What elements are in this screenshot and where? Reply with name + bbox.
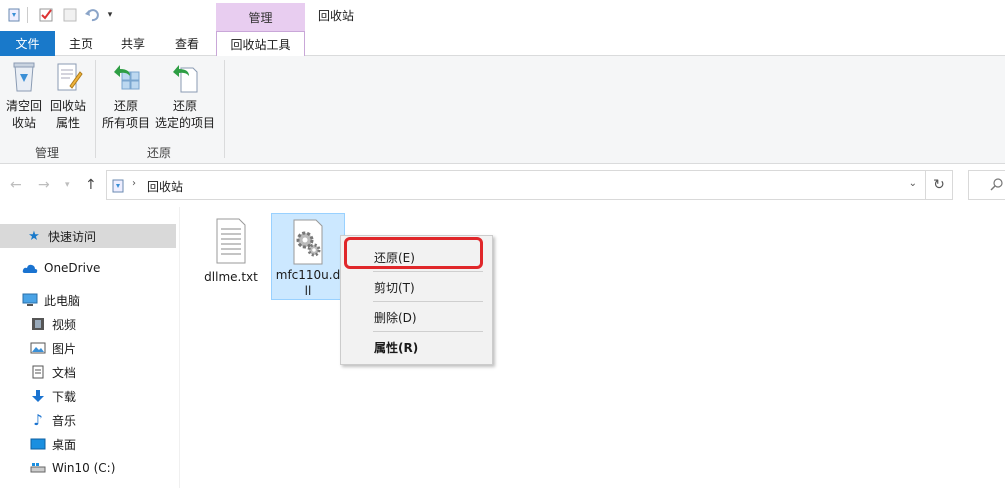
drive-icon [30,460,46,476]
file-name: mfc110u.dll [275,268,341,298]
restore-selected-icon [173,65,198,93]
sidebar-item-pictures[interactable]: 图片 [0,336,176,360]
new-folder-icon[interactable] [62,6,78,24]
tab-view[interactable]: 查看 [162,31,212,56]
up-arrow-icon[interactable]: ↑ [85,177,97,193]
computer-icon [22,292,38,308]
menu-item-properties[interactable]: 属性(R) [344,334,489,360]
sidebar-item-downloads[interactable]: 下载 [0,384,176,408]
address-bar[interactable]: › 回收站 ⌄ [106,170,926,200]
desktop-icon [30,436,46,452]
menu-item-delete[interactable]: 删除(D) [344,304,489,330]
ribbon-tabs: 文件 主页 共享 查看 回收站工具 [0,31,1005,57]
search-icon [990,177,1004,194]
file-name: dllme.txt [204,270,258,284]
recycle-bin-properties-button[interactable]: 回收站 属性 [48,60,88,132]
cloud-icon [22,260,38,276]
menu-separator [373,271,483,272]
context-tab-group-label: 管理 [216,3,305,31]
annotation-highlight-ring [344,237,483,269]
sidebar-item-label: 文档 [52,365,77,380]
picture-icon [30,340,46,356]
sidebar-item-label: 快速访问 [48,229,97,244]
divider [27,7,28,23]
sidebar-item-label: 图片 [52,341,77,356]
empty-recycle-bin-button[interactable]: 清空回 收站 [4,60,44,132]
file-item[interactable]: dllme.txt [194,213,268,285]
restore-selected-items-label: 还原 选定的项目 [154,99,215,130]
download-arrow-icon [30,388,46,404]
restore-all-items-button[interactable]: 还原 所有项目 [100,60,152,132]
navigation-pane: ★ 快速访问 OneDrive 此电脑 视频 图片 文档 下载 ♪ 音乐 桌面 … [0,207,180,488]
sidebar-item-label: Win10 (C:) [52,461,116,475]
group-divider [95,60,96,158]
properties-icon [57,63,83,91]
refresh-button[interactable]: ↻ [926,170,953,200]
recycle-bin-location-icon [111,177,125,196]
sidebar-item-this-pc[interactable]: 此电脑 [0,288,176,312]
customize-toolbar-chevron-icon[interactable]: ▾ [104,6,116,24]
tab-home[interactable]: 主页 [57,31,105,56]
sidebar-item-onedrive[interactable]: OneDrive [0,256,176,280]
breadcrumb-recycle-bin[interactable]: 回收站 [147,178,183,195]
recent-locations-chevron-icon[interactable]: ▾ [65,180,70,190]
group-label-manage: 管理 [35,146,60,160]
tab-file[interactable]: 文件 [0,31,55,56]
recycle-bin-small-icon[interactable] [6,6,22,24]
text-file-icon [216,218,246,264]
star-icon: ★ [28,228,40,244]
sidebar-item-label: OneDrive [44,261,101,275]
group-label-restore: 还原 [147,146,172,160]
menu-separator [373,301,483,302]
ribbon: 清空回 收站 回收站 属性 管理 还原 所有项目 还原 选定的项目 还原 [0,56,1005,164]
sidebar-item-label: 下载 [52,389,77,404]
title-bar: ▾ 管理 回收站 [0,0,1005,31]
sidebar-item-videos[interactable]: 视频 [0,312,176,336]
undo-icon[interactable] [84,6,100,24]
sidebar-item-label: 桌面 [52,437,77,452]
forward-arrow-icon[interactable]: → [38,177,50,193]
film-icon [30,316,46,332]
file-item-selected[interactable]: mfc110u.dll [271,213,345,300]
back-arrow-icon[interactable]: ← [10,177,22,193]
music-note-icon: ♪ [33,411,43,429]
restore-all-items-label: 还原 所有项目 [101,99,150,130]
tab-recycle-bin-tools[interactable]: 回收站工具 [216,31,305,57]
refresh-icon: ↻ [933,177,945,193]
sidebar-item-quick-access[interactable]: ★ 快速访问 [0,224,176,248]
sidebar-item-label: 视频 [52,317,77,332]
tab-share[interactable]: 共享 [108,31,158,56]
properties-check-icon[interactable] [38,6,54,24]
sidebar-item-label: 音乐 [52,413,77,428]
empty-recycle-bin-icon [13,62,35,92]
sidebar-item-desktop[interactable]: 桌面 [0,432,176,456]
document-icon [30,364,46,380]
recycle-bin-properties-label: 回收站 属性 [49,99,86,130]
dll-file-gear-icon [293,219,323,265]
address-dropdown-chevron-icon[interactable]: ⌄ [909,178,917,189]
sidebar-item-documents[interactable]: 文档 [0,360,176,384]
empty-recycle-bin-label: 清空回 收站 [5,99,42,130]
sidebar-item-label: 此电脑 [44,293,81,308]
group-divider [224,60,225,158]
sidebar-item-music[interactable]: ♪ 音乐 [0,408,176,432]
restore-selected-items-button[interactable]: 还原 选定的项目 [154,60,216,132]
breadcrumb-chevron-icon: › [132,178,136,189]
menu-item-cut[interactable]: 剪切(T) [344,274,489,300]
window-title: 回收站 [318,9,355,23]
file-list: dllme.txt mfc110u.dll [180,207,1005,488]
restore-all-icon [114,65,140,90]
search-input[interactable] [968,170,1005,200]
menu-separator [373,331,483,332]
sidebar-item-drive-c[interactable]: Win10 (C:) [0,456,176,480]
